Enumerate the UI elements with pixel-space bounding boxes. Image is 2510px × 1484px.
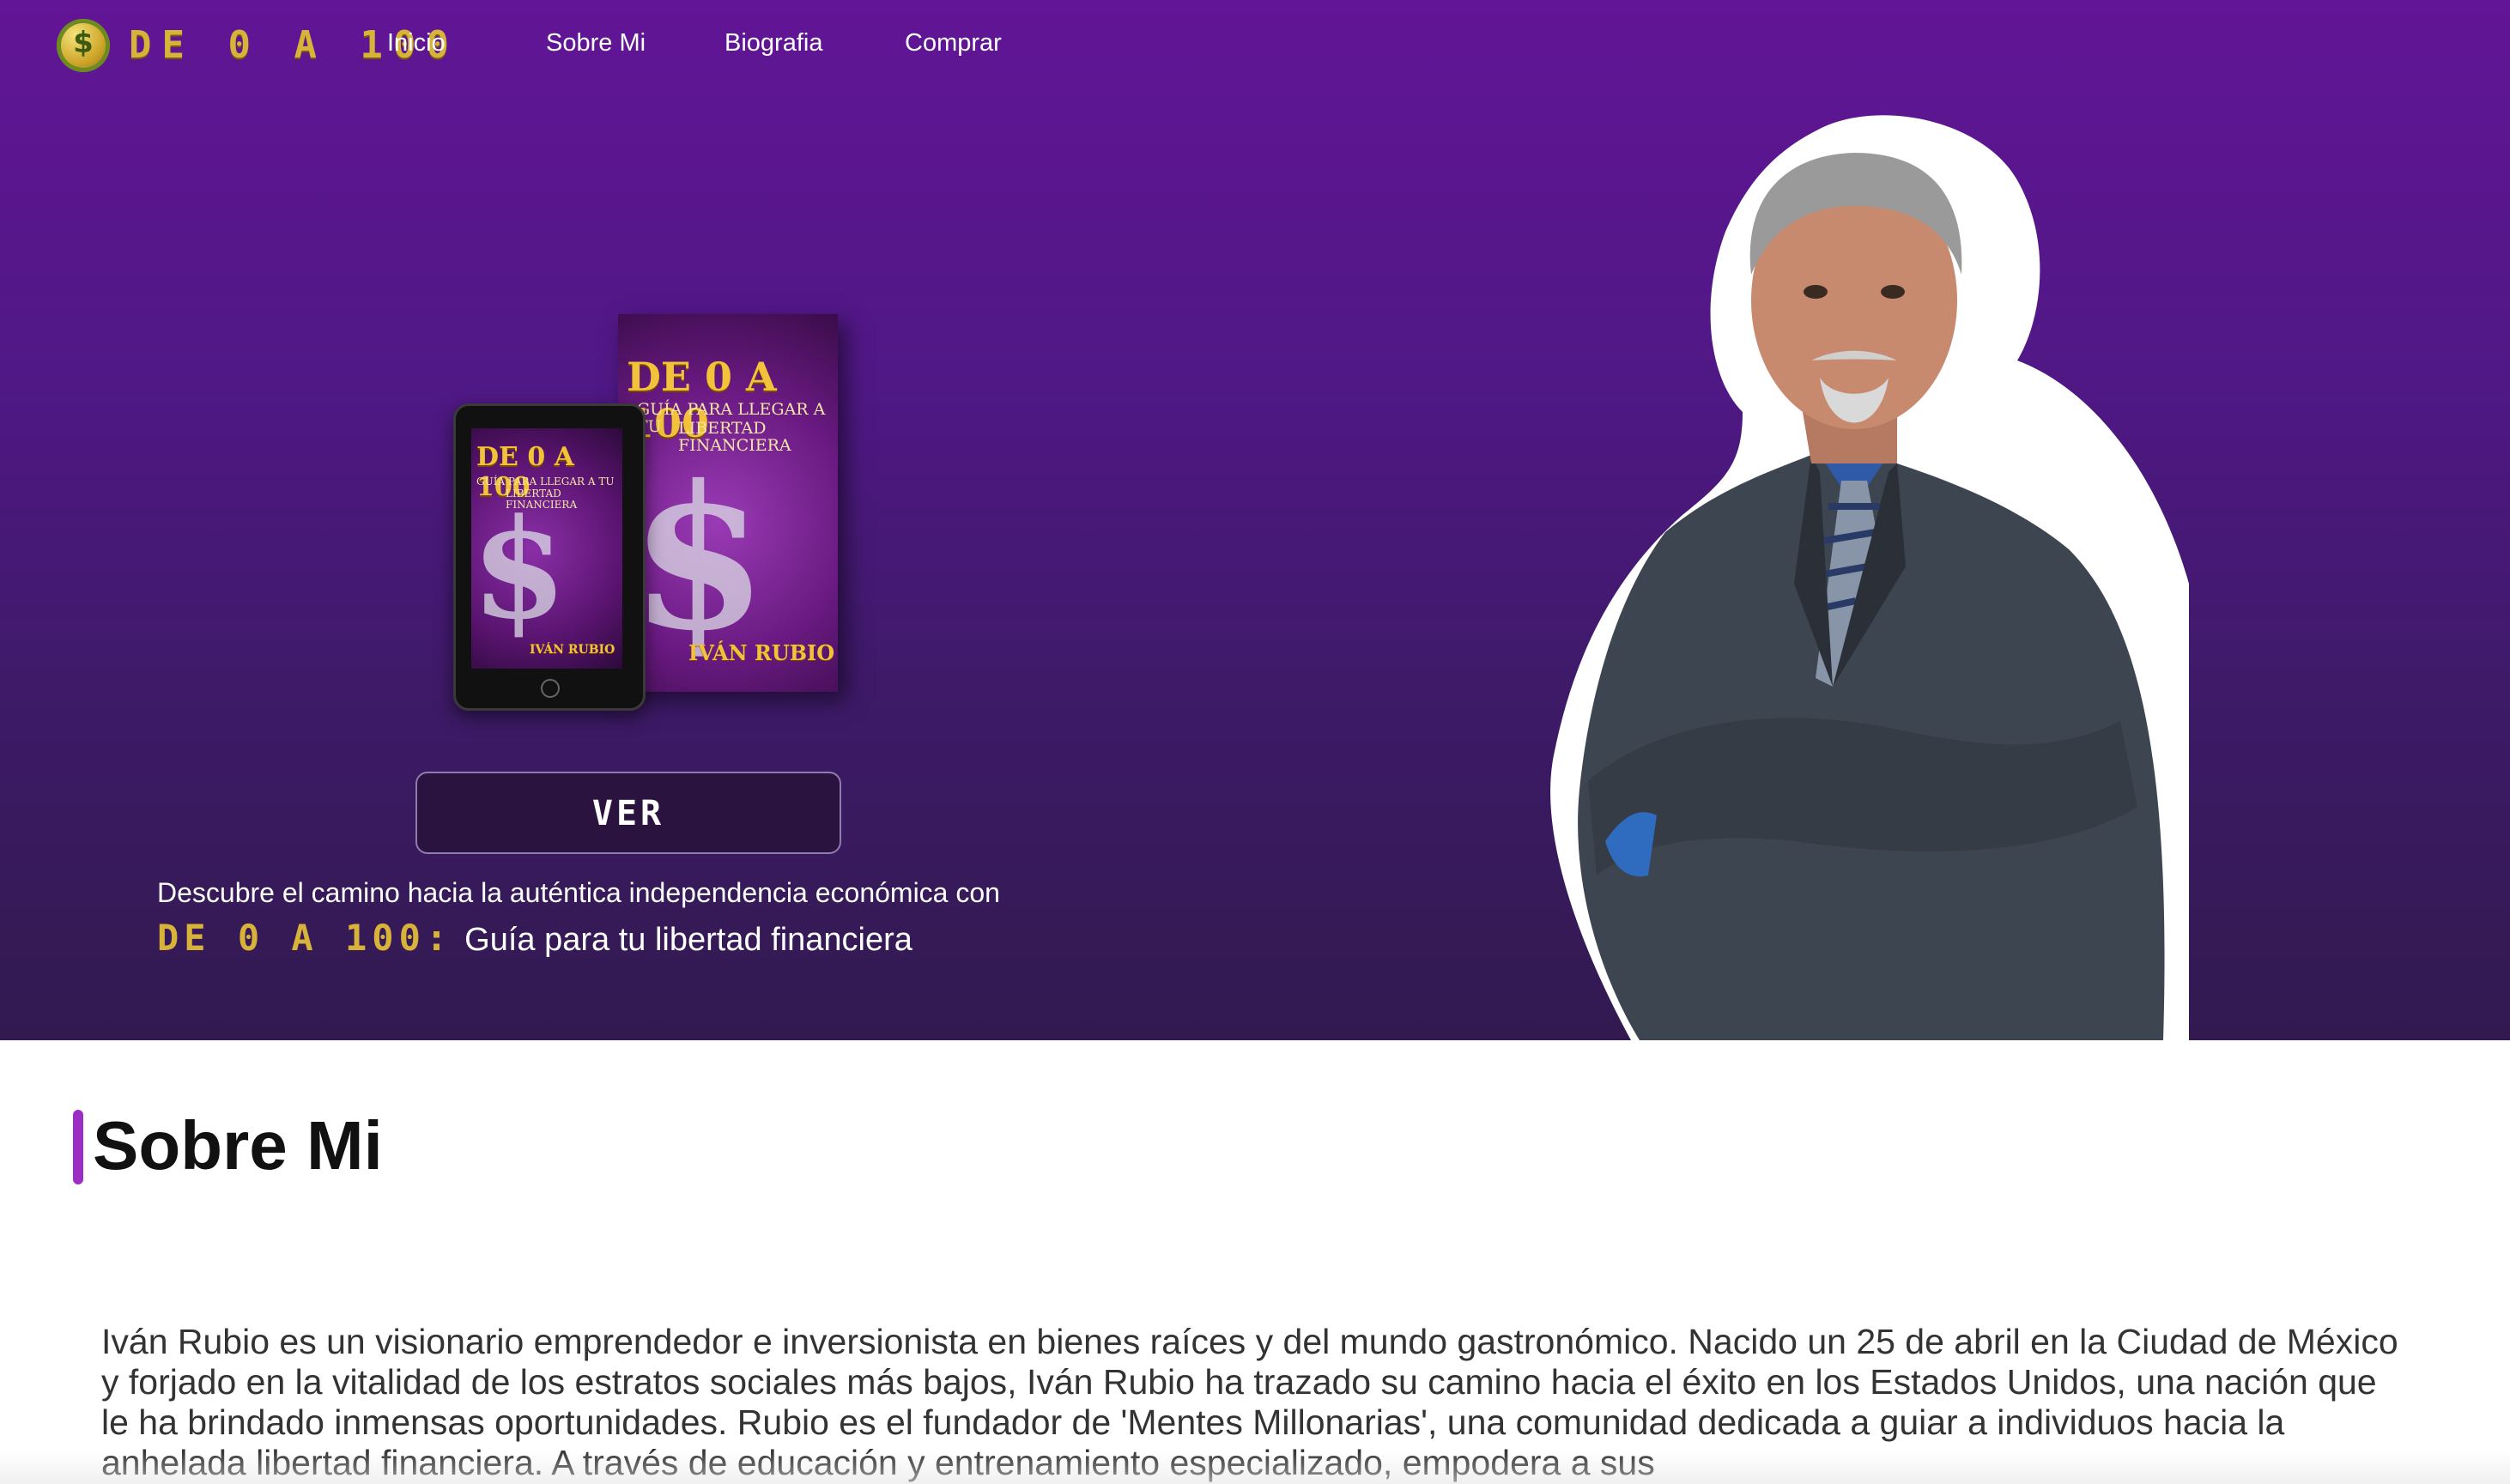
hero-section: $ DE 0 A 100 Inicio Sobre Mi Biografia C…: [0, 0, 2510, 1040]
top-nav: $ DE 0 A 100 Inicio Sobre Mi Biografia C…: [0, 0, 2510, 90]
nav-link-sobre-mi[interactable]: Sobre Mi: [546, 26, 646, 60]
tablet-cover-subtitle-1: GUÍA PARA LLEGAR A TU: [476, 475, 615, 488]
tablet-cover-author: IVÁN RUBIO: [530, 643, 615, 657]
book-cover-image: DE 0 A 100 GUÍA PARA LLEGAR A TU LIBERTA…: [618, 314, 838, 692]
author-portrait: [1550, 115, 2189, 1040]
nav-link-biografia[interactable]: Biografia: [725, 26, 822, 60]
nav-link-comprar[interactable]: Comprar: [905, 26, 1002, 60]
about-accent-bar: [73, 1110, 83, 1184]
cover-author: IVÁN RUBIO: [688, 640, 835, 665]
tablet-mockup: DE 0 A 100 GUÍA PARA LLEGAR A TU LIBERTA…: [453, 403, 646, 711]
nav-link-inicio[interactable]: Inicio: [387, 26, 446, 60]
tablet-cover-dollar-symbol: $: [471, 488, 567, 650]
bottom-fade: [0, 1451, 2510, 1484]
hero-book-title: DE 0 A 100:: [157, 917, 453, 959]
about-title: Sobre Mi: [93, 1107, 383, 1184]
hero-tagline: Descubre el camino hacia la auténtica in…: [157, 877, 1000, 908]
hero-book-subtitle: Guía para tu libertad financiera: [464, 922, 912, 958]
hero-book-line: DE 0 A 100: Guía para tu libertad financ…: [157, 917, 912, 960]
ver-button[interactable]: VER: [415, 772, 841, 854]
tablet-home-button: [541, 679, 560, 698]
tablet-screen: DE 0 A 100 GUÍA PARA LLEGAR A TU LIBERTA…: [471, 428, 622, 669]
dollar-coin-icon: $: [57, 19, 110, 72]
page: $ DE 0 A 100 Inicio Sobre Mi Biografia C…: [0, 0, 2510, 1484]
